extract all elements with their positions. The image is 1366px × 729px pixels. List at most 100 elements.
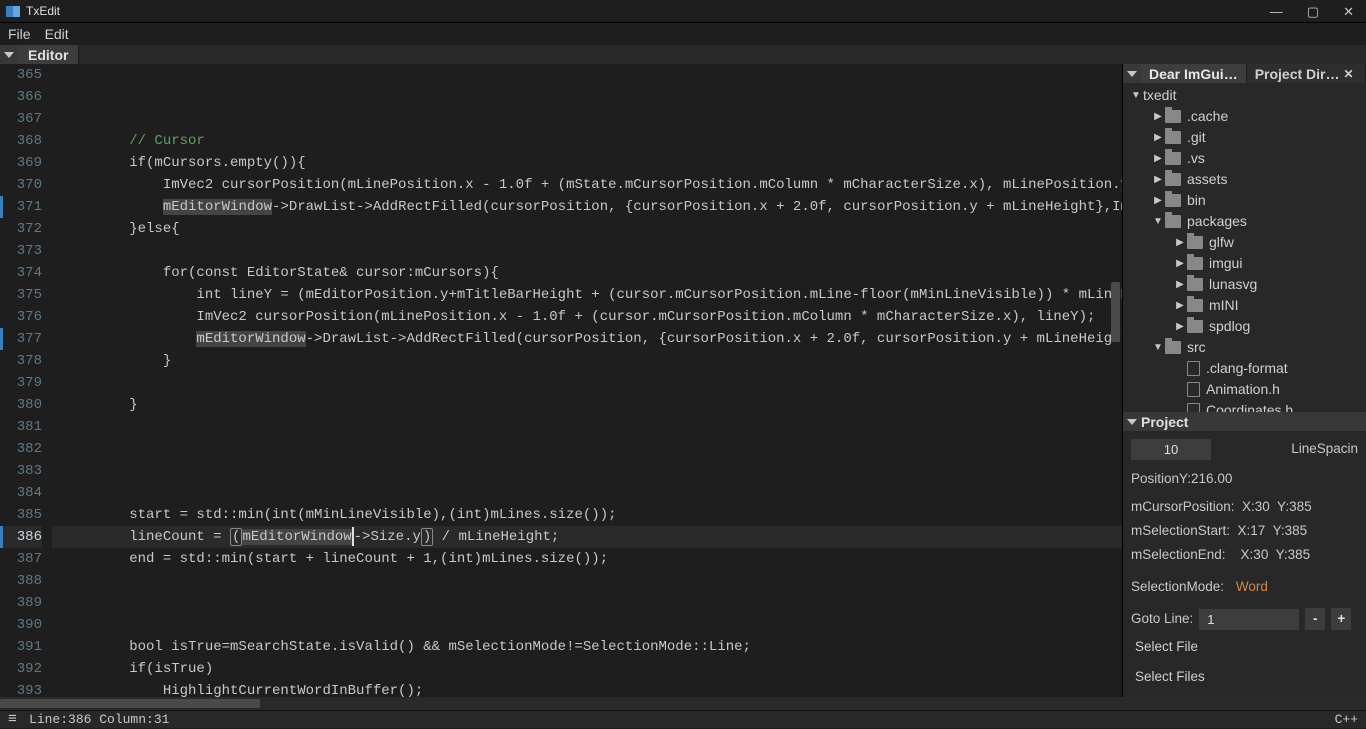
file-icon [1187, 403, 1200, 412]
vertical-scrollbar[interactable] [1109, 64, 1122, 697]
chevron-right-icon: ▶ [1173, 295, 1187, 316]
maximize-button[interactable]: ▢ [1307, 5, 1319, 18]
chevron-right-icon: ▶ [1151, 106, 1165, 127]
tree-item-label: src [1187, 337, 1206, 358]
tree-item[interactable]: ▼ packages [1123, 211, 1366, 232]
folder-icon [1165, 152, 1181, 165]
folder-icon [1187, 236, 1203, 249]
side-panel: Dear ImGui… Project Dir…✕ ▼txedit▶.cache… [1122, 64, 1366, 697]
tree-item[interactable]: ▶ assets [1123, 169, 1366, 190]
goto-decrement-button[interactable]: - [1305, 608, 1325, 630]
tab-editor[interactable]: Editor [18, 45, 79, 64]
tree-item-label: spdlog [1209, 316, 1250, 337]
tree-item[interactable]: ▶ lunasvg [1123, 274, 1366, 295]
chevron-down-icon: ▼ [1151, 337, 1165, 358]
chevron-right-icon: ▶ [1173, 253, 1187, 274]
folder-icon [1165, 341, 1181, 354]
tab-dear-imgui[interactable]: Dear ImGui… [1141, 64, 1247, 83]
editor-tabbar: Editor [0, 45, 1366, 64]
tree-item-label: txedit [1143, 85, 1176, 106]
linespacing-label: LineSpacin [1291, 437, 1358, 461]
chevron-down-icon [1127, 71, 1137, 77]
tree-item-label: mINI [1209, 295, 1239, 316]
hamburger-icon[interactable]: ≡ [8, 711, 17, 728]
linespacing-input[interactable] [1131, 439, 1211, 460]
chevron-right-icon: ▶ [1151, 190, 1165, 211]
tree-item-label: .clang-format [1206, 358, 1288, 379]
tree-item[interactable]: ▼txedit [1123, 85, 1366, 106]
menubar: File Edit [0, 23, 1366, 45]
goto-line-label: Goto Line: [1131, 607, 1193, 631]
folder-icon [1165, 131, 1181, 144]
tree-item-label: packages [1187, 211, 1247, 232]
editor-tab-dropdown[interactable] [0, 45, 18, 64]
select-files-button[interactable]: Select Files [1131, 663, 1358, 691]
side-tab-dropdown[interactable] [1123, 64, 1141, 83]
app-title: TxEdit [26, 4, 1270, 18]
tree-item-label: imgui [1209, 253, 1242, 274]
scrollbar-thumb[interactable] [1111, 282, 1120, 342]
tree-item[interactable]: ▶ glfw [1123, 232, 1366, 253]
folder-icon [1165, 110, 1181, 123]
tree-item[interactable]: ▶ bin [1123, 190, 1366, 211]
app-icon [6, 6, 20, 17]
tree-item[interactable]: ▶ .git [1123, 127, 1366, 148]
tree-item[interactable]: ▶ mINI [1123, 295, 1366, 316]
horizontal-scrollbar[interactable] [0, 697, 1366, 710]
tab-project-dir[interactable]: Project Dir…✕ [1247, 64, 1366, 83]
chevron-right-icon: ▶ [1151, 148, 1165, 169]
project-panel-header: Project [1123, 412, 1366, 431]
goto-line-input[interactable] [1199, 609, 1299, 630]
tree-item[interactable]: ▶ .cache [1123, 106, 1366, 127]
chevron-down-icon [4, 52, 14, 58]
file-icon [1187, 361, 1200, 376]
folder-icon [1187, 278, 1203, 291]
file-tree: ▼txedit▶.cache▶.git▶.vs▶assets▶bin▼packa… [1123, 83, 1366, 412]
chevron-right-icon: ▶ [1151, 169, 1165, 190]
project-panel-body: LineSpacin PositionY:216.00 mCursorPosit… [1123, 431, 1366, 697]
tree-item-label: assets [1187, 169, 1227, 190]
minimize-button[interactable]: — [1270, 5, 1283, 18]
menu-file[interactable]: File [8, 26, 31, 42]
statusbar: ≡ Line:386 Column:31 C++ [0, 710, 1366, 728]
chevron-right-icon: ▶ [1173, 232, 1187, 253]
goto-increment-button[interactable]: + [1331, 608, 1351, 630]
chevron-down-icon: ▼ [1129, 85, 1143, 106]
tree-item-label: glfw [1209, 232, 1234, 253]
chevron-down-icon: ▼ [1151, 211, 1165, 232]
cursor-position-label: mCursorPosition: X:30 Y:385 [1131, 495, 1358, 519]
close-icon[interactable]: ✕ [1344, 67, 1354, 81]
tree-item[interactable]: .clang-format [1123, 358, 1366, 379]
folder-icon [1165, 173, 1181, 186]
close-button[interactable]: ✕ [1343, 5, 1354, 18]
chevron-right-icon: ▶ [1151, 127, 1165, 148]
tree-item[interactable]: Animation.h [1123, 379, 1366, 400]
tree-item[interactable]: ▶ .vs [1123, 148, 1366, 169]
select-file-button[interactable]: Select File [1131, 633, 1358, 661]
tree-item-label: bin [1187, 190, 1206, 211]
selection-end-label: mSelectionEnd: X:30 Y:385 [1131, 543, 1358, 567]
language-indicator[interactable]: C++ [1335, 712, 1358, 727]
project-panel-dropdown[interactable] [1123, 419, 1141, 425]
tree-item-label: .vs [1187, 148, 1205, 169]
code-editor[interactable]: 3653663673683693703713723733743753763773… [0, 64, 1122, 697]
folder-icon [1165, 215, 1181, 228]
tree-item[interactable]: ▶spdlog [1123, 316, 1366, 337]
tree-item[interactable]: ▼ src [1123, 337, 1366, 358]
menu-edit[interactable]: Edit [45, 26, 69, 42]
scrollbar-thumb[interactable] [0, 699, 260, 708]
folder-icon [1165, 194, 1181, 207]
tree-item-label: .git [1187, 127, 1206, 148]
tree-item-label: .cache [1187, 106, 1228, 127]
tree-item[interactable]: Coordinates.h [1123, 400, 1366, 412]
folder-icon [1187, 320, 1203, 333]
chevron-right-icon: ▶ [1173, 274, 1187, 295]
tree-item-label: Animation.h [1206, 379, 1280, 400]
selection-start-label: mSelectionStart: X:17 Y:385 [1131, 519, 1358, 543]
file-icon [1187, 382, 1200, 397]
folder-icon [1187, 257, 1203, 270]
folder-icon [1187, 299, 1203, 312]
tree-item[interactable]: ▶ imgui [1123, 253, 1366, 274]
tree-item-label: lunasvg [1209, 274, 1257, 295]
window-controls: — ▢ ✕ [1270, 5, 1354, 18]
